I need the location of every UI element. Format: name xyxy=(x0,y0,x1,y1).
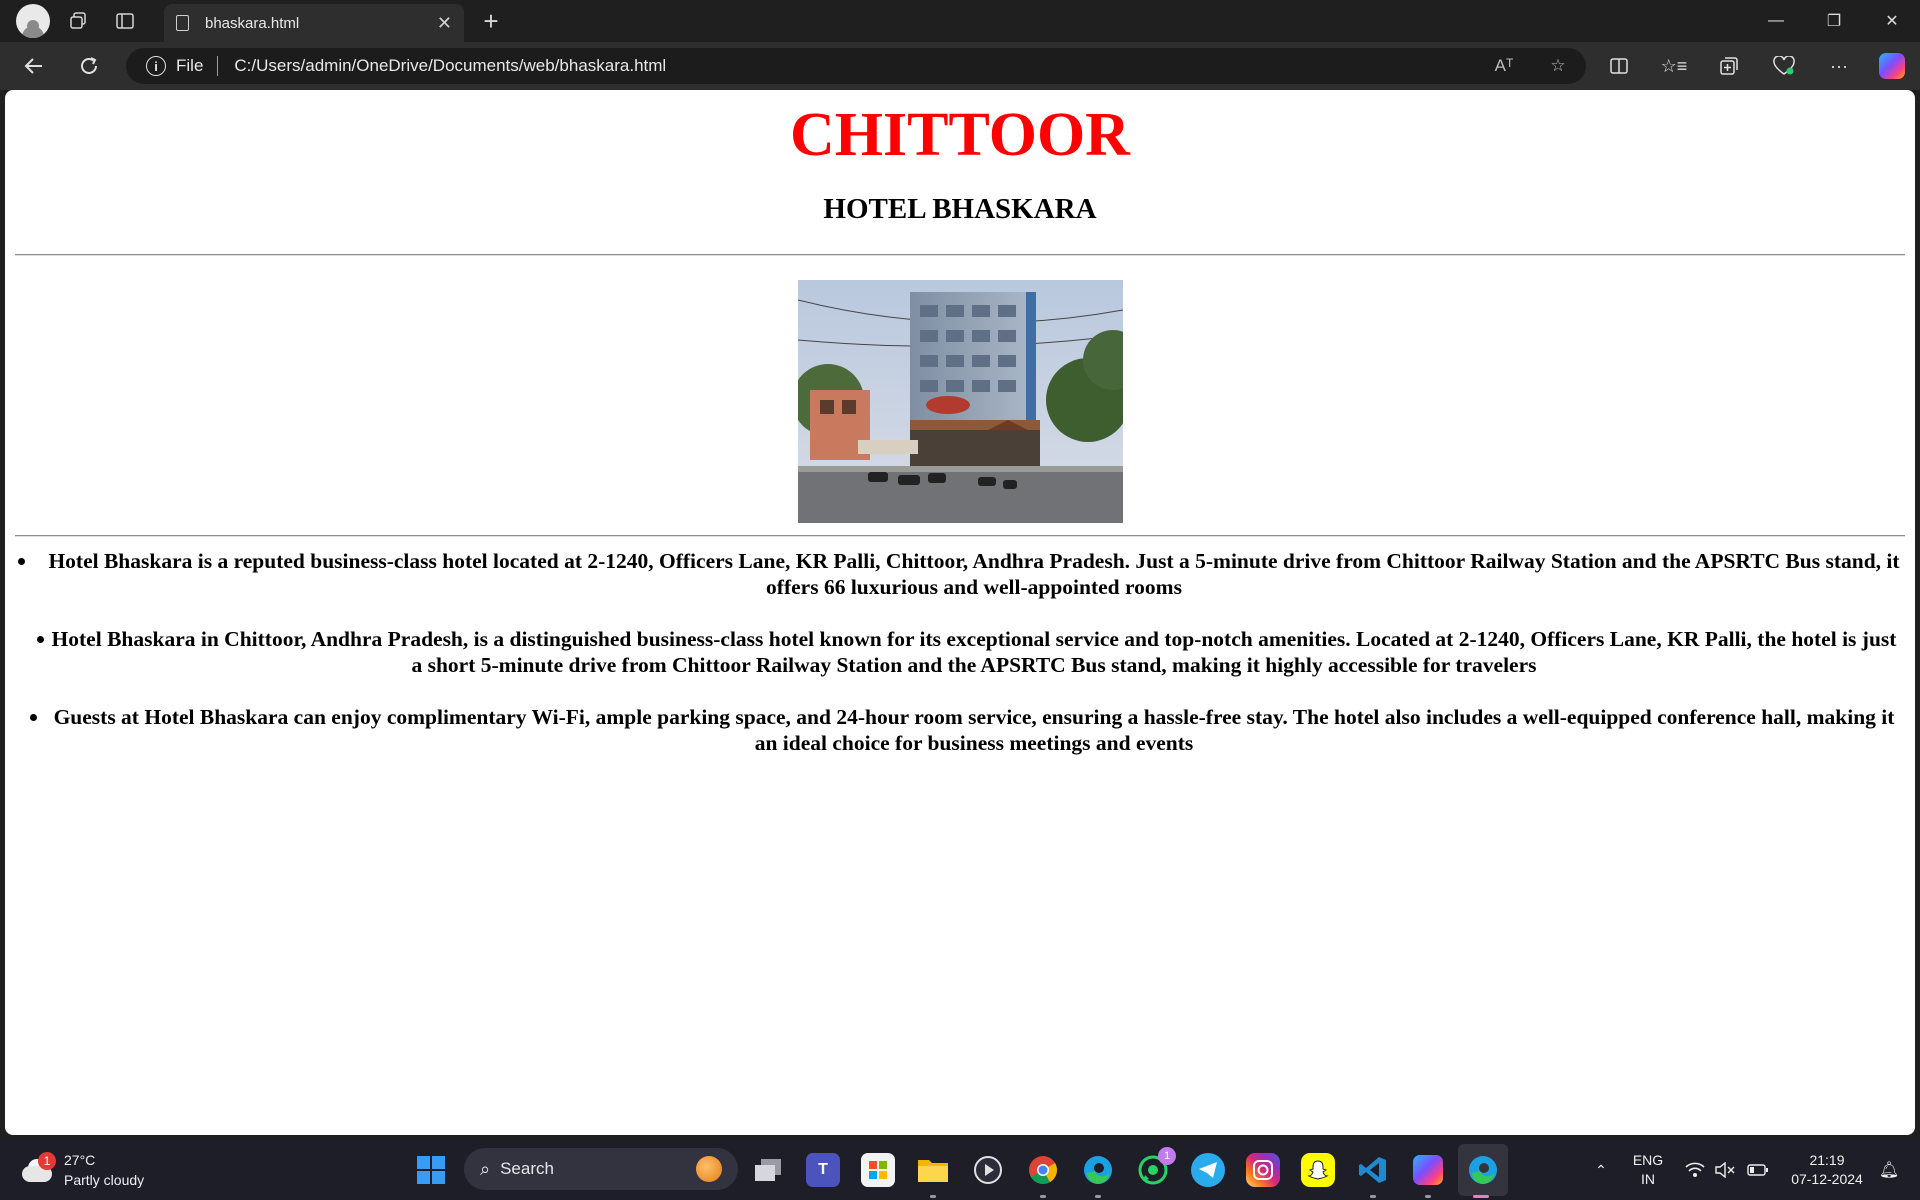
battery-icon[interactable] xyxy=(1744,1140,1772,1200)
collections-icon xyxy=(1720,57,1738,75)
whatsapp-icon[interactable]: 1 xyxy=(1136,1147,1176,1187)
search-highlight-icon xyxy=(696,1156,722,1182)
edge-active-icon[interactable] xyxy=(1466,1153,1500,1187)
list-item: Hotel Bhaskara in Chittoor, Andhra Prade… xyxy=(5,626,1915,678)
media-player-icon[interactable] xyxy=(971,1153,1005,1187)
browser-essentials-icon xyxy=(1773,56,1795,75)
list-item: Hotel Bhaskara is a reputed business-cla… xyxy=(5,548,1915,600)
taskbar: 1 27°C Partly cloudy ⌕ Search T 1 ⌃ ENG … xyxy=(0,1140,1920,1200)
language-line2: IN xyxy=(1641,1171,1655,1187)
search-label: Search xyxy=(500,1159,554,1178)
tab-title: bhaskara.html xyxy=(205,14,300,32)
taskbar-search[interactable]: ⌕ Search xyxy=(464,1148,738,1190)
address-separator xyxy=(217,56,219,76)
tab-bhaskara[interactable]: bhaskara.html ✕ xyxy=(164,4,464,42)
clock[interactable]: 21:19 07-12-2024 xyxy=(1782,1140,1872,1200)
more-button[interactable]: ··· xyxy=(1819,50,1859,82)
back-icon xyxy=(24,58,42,74)
address-url[interactable]: C:/Users/admin/OneDrive/Documents/web/bh… xyxy=(234,56,666,76)
instagram-icon[interactable] xyxy=(1246,1153,1280,1187)
bullet-dot xyxy=(18,558,25,565)
toolbar: i File C:/Users/admin/OneDrive/Documents… xyxy=(0,42,1920,90)
search-icon: ⌕ xyxy=(480,1158,491,1179)
horizontal-rule xyxy=(15,254,1905,256)
file-explorer-icon[interactable] xyxy=(916,1153,950,1187)
page-icon xyxy=(176,15,189,31)
horizontal-rule xyxy=(15,535,1905,537)
store-icon[interactable] xyxy=(861,1153,895,1187)
browser-essentials-button[interactable] xyxy=(1764,50,1804,82)
telegram-icon[interactable] xyxy=(1191,1153,1225,1187)
split-screen-icon xyxy=(1610,58,1628,74)
notification-bell-icon[interactable]: 🔔︎ xyxy=(1876,1140,1902,1200)
teams-icon[interactable]: T xyxy=(806,1153,840,1187)
back-button[interactable] xyxy=(16,50,52,82)
windows-start-icon[interactable] xyxy=(417,1156,445,1184)
language-indicator[interactable]: ENG IN xyxy=(1628,1140,1668,1200)
snapchat-icon[interactable] xyxy=(1301,1153,1335,1187)
restore-button[interactable]: ❐ xyxy=(1806,0,1862,42)
collections-button[interactable] xyxy=(1709,50,1749,82)
edge-icon[interactable] xyxy=(1081,1153,1115,1187)
copilot-icon xyxy=(1879,53,1905,79)
copilot-app-icon[interactable] xyxy=(1411,1153,1445,1187)
vscode-icon[interactable] xyxy=(1356,1153,1390,1187)
running-indicator xyxy=(1040,1195,1046,1198)
language-line1: ENG xyxy=(1632,1152,1664,1168)
address-actions: Aᵀ ☆ xyxy=(1486,52,1576,80)
chrome-icon[interactable] xyxy=(1026,1153,1060,1187)
page-viewport: CHITTOOR HOTEL BHASKARA Hotel Bhaskara i… xyxy=(5,90,1915,1135)
workspaces-button[interactable] xyxy=(56,0,102,42)
bullet-dot xyxy=(37,636,44,643)
favorites-icon: ☆≡ xyxy=(1660,55,1688,76)
vertical-tabs-icon xyxy=(116,13,134,29)
tab-close-button[interactable]: ✕ xyxy=(437,13,452,34)
task-view-icon[interactable] xyxy=(751,1153,785,1187)
weather-widget[interactable]: 1 27°C Partly cloudy xyxy=(20,1150,144,1190)
favorites-button[interactable]: ☆≡ xyxy=(1654,50,1694,82)
close-window-button[interactable]: ✕ xyxy=(1864,0,1920,42)
weather-badge: 1 xyxy=(38,1152,56,1170)
weather-icon: 1 xyxy=(20,1152,56,1184)
weather-desc: Partly cloudy xyxy=(64,1172,145,1188)
clock-date: 07-12-2024 xyxy=(1791,1171,1863,1187)
profile-button[interactable] xyxy=(0,0,56,42)
city-heading: CHITTOOR xyxy=(790,101,1130,169)
split-screen-button[interactable] xyxy=(1599,50,1639,82)
read-aloud-icon[interactable]: Aᵀ xyxy=(1486,52,1522,80)
copilot-button[interactable] xyxy=(1872,50,1912,82)
bullet-dot xyxy=(30,714,37,721)
hotel-heading: HOTEL BHASKARA xyxy=(823,193,1097,225)
hotel-photo xyxy=(798,280,1123,523)
refresh-button[interactable] xyxy=(71,50,107,82)
running-indicator xyxy=(1425,1195,1431,1198)
list-item-text: Hotel Bhaskara is a reputed business-cla… xyxy=(48,549,1900,599)
active-indicator xyxy=(1473,1195,1489,1198)
volume-muted-icon[interactable] xyxy=(1712,1140,1738,1200)
running-indicator xyxy=(1370,1195,1376,1198)
vertical-tabs-button[interactable] xyxy=(102,0,148,42)
whatsapp-badge: 1 xyxy=(1158,1147,1176,1165)
info-icon[interactable]: i xyxy=(146,56,166,76)
clock-time: 21:19 xyxy=(1809,1152,1845,1168)
wifi-icon[interactable] xyxy=(1682,1140,1708,1200)
address-scheme: File xyxy=(176,56,204,75)
workspaces-icon xyxy=(70,12,86,29)
new-tab-button[interactable]: + xyxy=(476,4,506,38)
tray-chevron-icon[interactable]: ⌃ xyxy=(1586,1140,1616,1200)
feature-list: Hotel Bhaskara is a reputed business-cla… xyxy=(5,548,1915,782)
list-item-text: Guests at Hotel Bhaskara can enjoy compl… xyxy=(53,705,1895,755)
running-indicator xyxy=(1095,1195,1101,1198)
list-item: Guests at Hotel Bhaskara can enjoy compl… xyxy=(5,704,1915,756)
minimize-button[interactable]: — xyxy=(1748,0,1804,42)
running-indicator xyxy=(930,1195,936,1198)
favorite-star-icon[interactable]: ☆ xyxy=(1540,52,1576,80)
profile-icon xyxy=(16,4,50,38)
address-bar[interactable]: i File C:/Users/admin/OneDrive/Documents… xyxy=(126,48,1586,84)
weather-temp: 27°C xyxy=(64,1152,96,1168)
refresh-icon xyxy=(81,57,97,74)
list-item-text: Hotel Bhaskara in Chittoor, Andhra Prade… xyxy=(51,627,1897,677)
